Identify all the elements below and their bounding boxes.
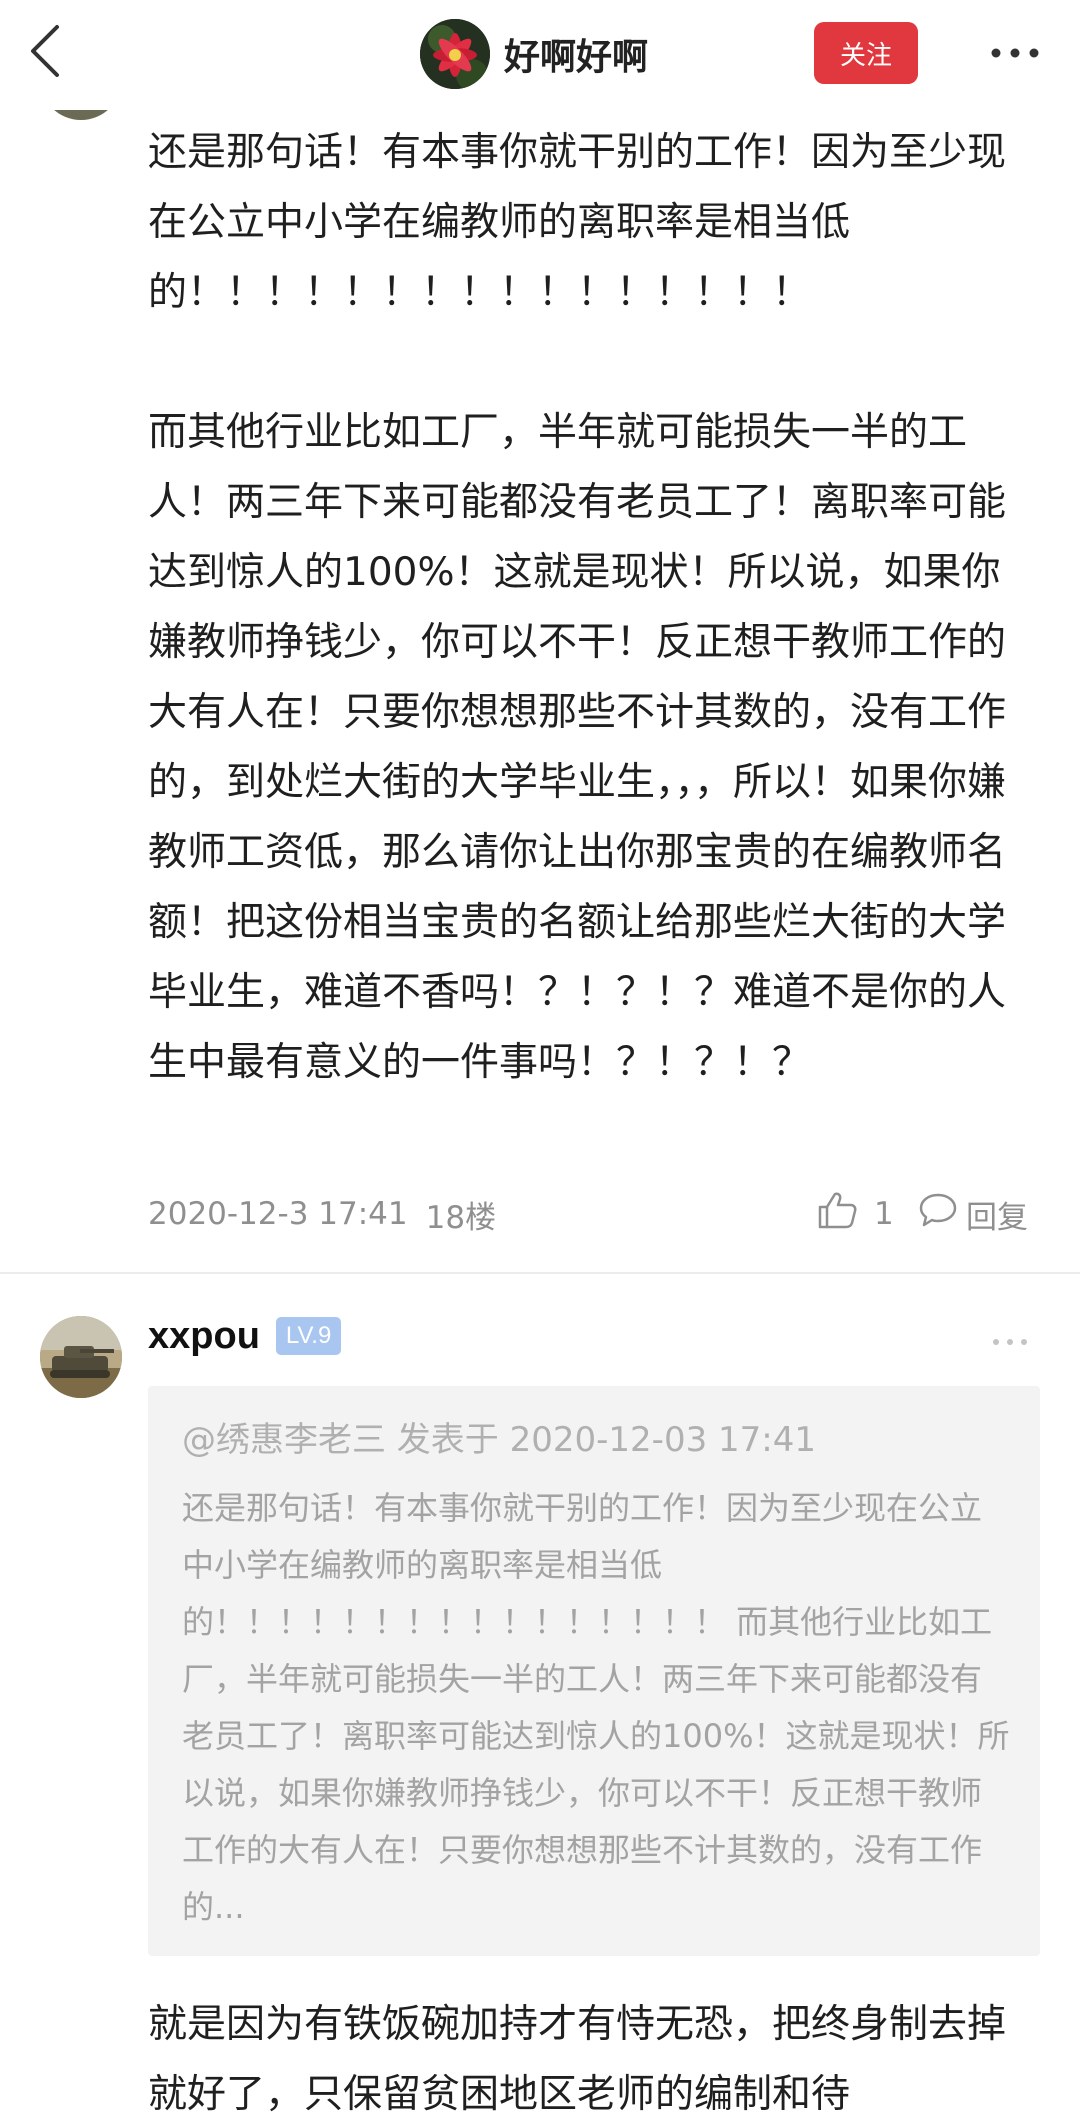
quote-header: @绣惠李老三 发表于 2020-12-03 17:41 xyxy=(182,1420,816,1460)
floor-number: 18楼 xyxy=(425,1199,497,1236)
more-options-button[interactable] xyxy=(980,30,1050,76)
thumbs-up-icon xyxy=(816,1189,858,1239)
quoted-comment[interactable]: @绣惠李老三 发表于 2020-12-03 17:41 还是那句话！有本事你就干… xyxy=(148,1386,1040,1956)
quote-text: 还是那句话！有本事你就干别的工作！因为至少现在公立中小学在编教师的离职率是相当低… xyxy=(182,1489,1010,1926)
comment-timestamp: 2020-12-3 17:41 xyxy=(148,1196,408,1232)
commenter-avatar[interactable] xyxy=(40,1316,122,1398)
author-avatar[interactable] xyxy=(420,19,490,89)
comment-paragraph: 而其他行业比如工厂，半年就可能损失一半的工人！两三年下来可能都没有老员工了！离职… xyxy=(148,410,1007,1085)
back-button[interactable] xyxy=(14,20,74,86)
author-name[interactable]: 好啊好啊 xyxy=(504,28,648,80)
like-button[interactable]: 1 xyxy=(816,1186,894,1242)
comment-meta: 2020-12-3 17:41 18楼 1 回复 xyxy=(148,1186,1038,1242)
commenter-info: xxpou LV.9 xyxy=(148,1308,342,1364)
app-screen: 好啊好啊 关注 还是那句话！有本事你就干别的工作！因为至少现在公立中小学在编教师… xyxy=(0,0,1080,2128)
more-dots-icon xyxy=(992,1331,1028,1350)
top-bar: 好啊好啊 关注 xyxy=(0,0,1080,110)
author-profile[interactable]: 好啊好啊 xyxy=(420,14,648,94)
level-badge: LV.9 xyxy=(275,1317,342,1355)
reply-label: 回复 xyxy=(966,1199,1028,1236)
comment-bubble-icon xyxy=(918,1191,958,1237)
follow-button[interactable]: 关注 xyxy=(814,22,918,84)
reply-button[interactable]: 回复 xyxy=(918,1186,1028,1242)
comment-divider xyxy=(0,1272,1080,1274)
comment-body: 还是那句话！有本事你就干别的工作！因为至少现在公立中小学在编教师的离职率是相当低… xyxy=(148,118,1028,1098)
like-count: 1 xyxy=(874,1196,894,1232)
more-dots-icon xyxy=(990,44,1040,63)
comment-more-button[interactable] xyxy=(980,1322,1040,1358)
comment-body: 就是因为有铁饭碗加持才有恃无恐，把终身制去掉就好了，只保留贫困地区老师的编制和待 xyxy=(148,2002,1007,2117)
chevron-left-icon xyxy=(27,23,61,83)
comment-paragraph: 还是那句话！有本事你就干别的工作！因为至少现在公立中小学在编教师的离职率是相当低… xyxy=(148,130,1007,315)
commenter-username[interactable]: xxpou xyxy=(148,1315,260,1358)
